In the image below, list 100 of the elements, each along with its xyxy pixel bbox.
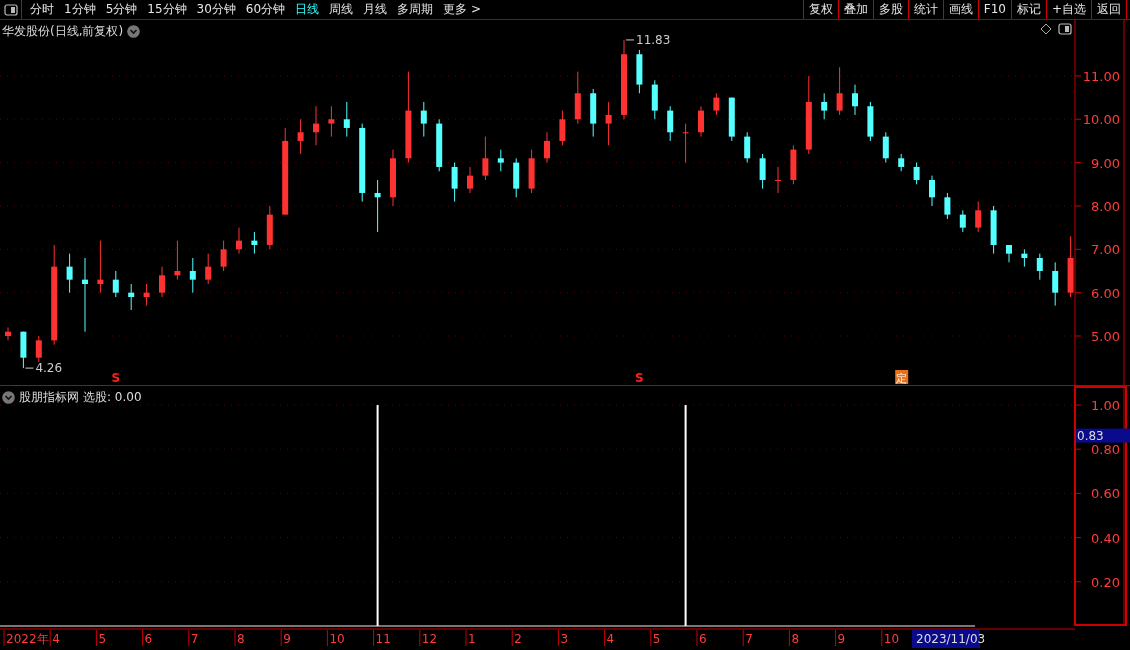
date-label: 4 (52, 632, 60, 646)
date-label: 8 (791, 632, 800, 646)
candlestick (959, 209, 966, 233)
candlestick (374, 179, 381, 233)
candlestick (944, 192, 951, 220)
date-label: 6 (699, 632, 707, 646)
date-label: 5 (98, 632, 107, 646)
date-label: 12 (421, 632, 438, 646)
toolbar-button[interactable]: +自选 (1045, 0, 1091, 19)
date-label: 11 (375, 632, 391, 646)
indicator-name: 股朋指标网 (19, 389, 79, 406)
toolbar-button[interactable]: F10 (977, 0, 1011, 19)
date-label: 6 (144, 632, 153, 646)
chart-title: 华发股份(日线,前复权) (2, 23, 124, 40)
axis-label: 0.80 (1091, 442, 1120, 458)
leader-line (24, 367, 34, 369)
axis-label: 7.00 (1091, 242, 1120, 258)
candlestick (775, 166, 781, 194)
candlestick (852, 84, 858, 116)
price-label: 4.26 (35, 361, 63, 376)
candlestick (497, 149, 504, 172)
candlestick (1052, 261, 1059, 307)
date-label: 3 (560, 632, 569, 646)
leader-line (625, 39, 635, 41)
candlestick (929, 175, 935, 207)
axis-label: 9.00 (1091, 155, 1120, 171)
candlestick (159, 266, 165, 298)
axis-label: 0.20 (1091, 574, 1120, 590)
candlestick (297, 118, 304, 155)
candlestick (112, 270, 119, 298)
candlestick (451, 162, 458, 203)
panel-toggle-icon[interactable] (1058, 23, 1072, 35)
price-label: 11.83 (636, 32, 671, 47)
toolbar-button[interactable]: 叠加 (837, 0, 873, 19)
date-label: 5 (652, 632, 661, 646)
candlestick (205, 253, 212, 285)
axis-label: 11.00 (1082, 68, 1120, 84)
period-tab[interactable]: 15分钟 (142, 0, 192, 19)
toolbar-button[interactable]: 复权 (802, 0, 838, 19)
period-tab[interactable]: 更多 > (438, 0, 486, 19)
period-tab[interactable]: 周线 (324, 0, 359, 19)
candlestick (821, 92, 828, 120)
date-label: 2 (514, 632, 522, 646)
candlestick (544, 131, 550, 164)
date-label: 4 (606, 632, 615, 646)
toolbar-button[interactable]: 返回 (1091, 0, 1127, 19)
toolbar-button[interactable]: 画线 (942, 0, 978, 19)
axis-label: 0.60 (1091, 486, 1120, 502)
date-label: 9 (837, 632, 846, 646)
period-tab[interactable]: 60分钟 (240, 0, 291, 19)
candlestick (128, 283, 135, 311)
period-tab[interactable]: 多周期 (392, 0, 439, 19)
candlestick (143, 283, 150, 307)
candlestick (420, 101, 427, 138)
period-tab[interactable]: 5分钟 (100, 0, 143, 19)
toolbar-button[interactable]: 多股 (872, 0, 908, 19)
candlestick (189, 257, 196, 294)
date-label: 8 (237, 632, 245, 646)
candlestick (5, 326, 11, 341)
candlestick (836, 66, 843, 116)
dropdown-icon[interactable] (127, 24, 141, 38)
diamond-icon[interactable] (1040, 23, 1052, 35)
date-label: 2022年 (6, 632, 49, 646)
period-tab[interactable]: 月线 (358, 0, 393, 19)
date-label: 7 (745, 632, 753, 646)
candlestick (313, 105, 319, 146)
candlestick (559, 110, 566, 146)
panel-toggle-icon[interactable] (3, 3, 18, 16)
candlestick (66, 253, 73, 294)
candlestick (174, 240, 181, 281)
candlestick (667, 105, 674, 142)
period-tab[interactable]: 1分钟 (59, 0, 101, 19)
period-tab[interactable]: 日线 (290, 0, 325, 19)
date-label: 7 (190, 632, 199, 646)
candlestick (482, 136, 489, 181)
date-label: 9 (283, 632, 291, 646)
candlestick (759, 153, 766, 190)
axis-label: 10.00 (1082, 112, 1120, 128)
signal-mark: S (111, 371, 121, 385)
candlestick (97, 240, 104, 294)
signal-tag: 定 (895, 370, 909, 385)
signal-mark: S (635, 371, 644, 385)
candlestick (1006, 244, 1012, 263)
candlestick (975, 201, 982, 233)
period-tab[interactable]: 30分钟 (191, 0, 241, 19)
candlestick (913, 162, 920, 185)
indicator-reading: 选股: 0.00 (83, 389, 142, 406)
date-label: 10 (883, 632, 900, 646)
candlestick (467, 166, 473, 194)
candlestick (713, 92, 720, 116)
dropdown-icon[interactable] (2, 390, 15, 404)
toolbar-button[interactable]: 标记 (1010, 0, 1046, 19)
axis-label: 0.40 (1091, 530, 1120, 546)
date-label: 1 (468, 632, 476, 646)
candlestick (882, 131, 889, 164)
period-tab[interactable]: 分时 (25, 0, 59, 19)
toolbar-button[interactable]: 统计 (907, 0, 943, 19)
candlestick (605, 101, 612, 146)
candlestick (35, 335, 42, 363)
candlestick (220, 240, 227, 272)
